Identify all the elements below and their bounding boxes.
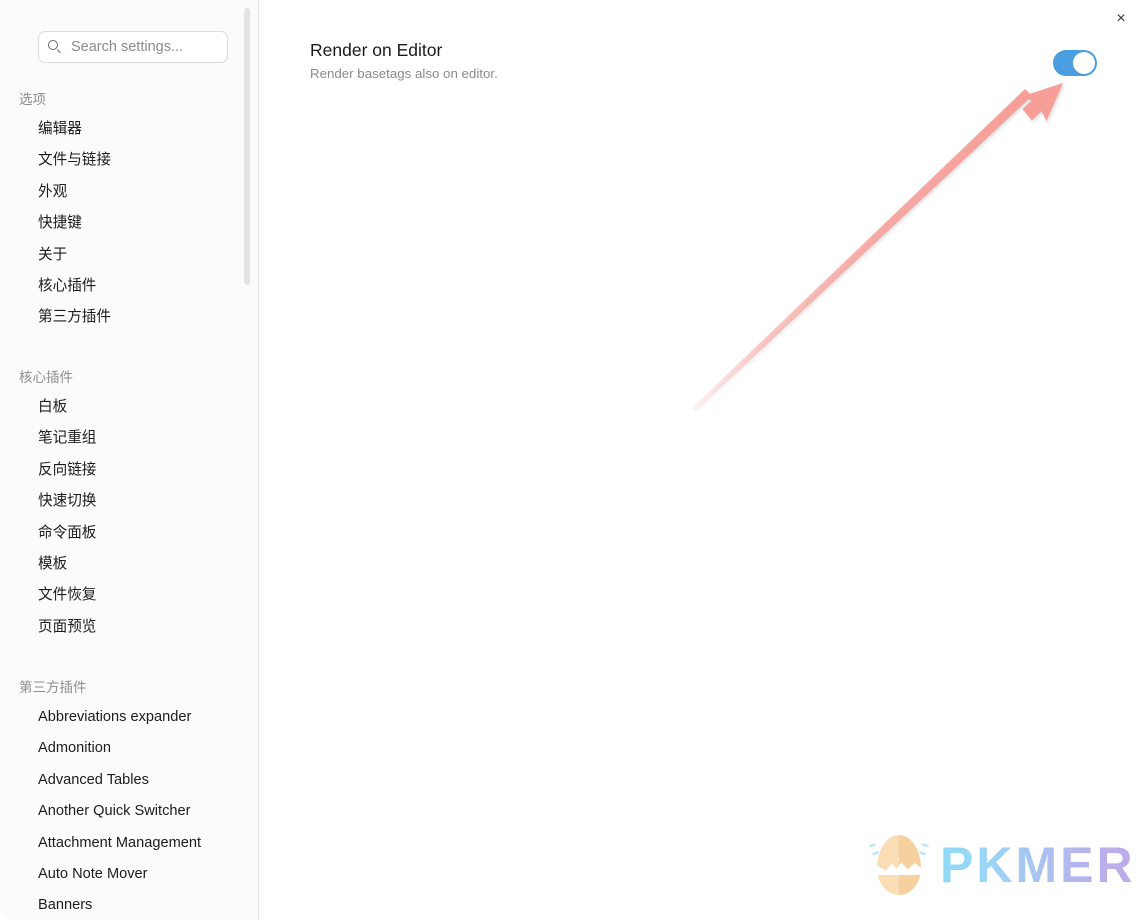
sidebar-item-admonition[interactable]: Admonition bbox=[38, 738, 111, 758]
setting-title: Render on Editor bbox=[310, 40, 443, 60]
sidebar-item-s0-i5[interactable]: 核心插件 bbox=[38, 276, 96, 296]
sidebar-scrollbar-thumb[interactable] bbox=[244, 8, 250, 285]
sidebar-scrollbar[interactable] bbox=[244, 0, 252, 920]
sidebar-section-title-2: 核心插件 bbox=[19, 370, 73, 385]
sidebar-item-s0-i2[interactable]: 外观 bbox=[38, 182, 67, 202]
settings-sidebar: 选项编辑器文件与链接外观快捷键关于核心插件第三方插件核心插件白板笔记重组反向链接… bbox=[0, 0, 259, 920]
sidebar-item-s0-i1[interactable]: 文件与链接 bbox=[38, 150, 111, 170]
search-input[interactable] bbox=[71, 39, 221, 55]
sidebar-item-banners[interactable]: Banners bbox=[38, 895, 92, 915]
setting-row-render-on-editor: Render on Editor Render basetags also on… bbox=[310, 40, 1100, 88]
sidebar-item-another-quick-switcher[interactable]: Another Quick Switcher bbox=[38, 801, 191, 821]
sidebar-item-s1-i5[interactable]: 模板 bbox=[38, 554, 67, 574]
sidebar-item-s0-i4[interactable]: 关于 bbox=[38, 245, 67, 265]
sidebar-item-s1-i6[interactable]: 文件恢复 bbox=[38, 585, 96, 605]
sidebar-item-s1-i4[interactable]: 命令面板 bbox=[38, 523, 96, 543]
sidebar-item-auto-note-mover[interactable]: Auto Note Mover bbox=[38, 864, 148, 884]
close-icon[interactable]: × bbox=[1110, 8, 1132, 30]
sidebar-item-s1-i2[interactable]: 反向链接 bbox=[38, 460, 96, 480]
search-settings-box[interactable] bbox=[38, 31, 228, 63]
search-row bbox=[38, 31, 228, 63]
toggle-knob bbox=[1073, 52, 1095, 74]
sidebar-section-title-3: 第三方插件 bbox=[19, 680, 87, 695]
search-icon bbox=[48, 39, 63, 55]
sidebar-item-attachment-management[interactable]: Attachment Management bbox=[38, 833, 201, 853]
settings-window: 选项编辑器文件与链接外观快捷键关于核心插件第三方插件核心插件白板笔记重组反向链接… bbox=[0, 0, 1144, 920]
sidebar-item-s0-i6[interactable]: 第三方插件 bbox=[38, 307, 111, 327]
render-on-editor-toggle[interactable] bbox=[1053, 50, 1097, 76]
pkmer-egg-logo-icon bbox=[869, 835, 929, 895]
sidebar-item-s0-i0[interactable]: 编辑器 bbox=[38, 119, 82, 139]
pkmer-watermark: PKMER bbox=[868, 826, 1133, 904]
pkmer-wordmark: PKMER bbox=[940, 837, 1136, 893]
sidebar-item-abbreviations-expander[interactable]: Abbreviations expander bbox=[38, 707, 191, 727]
sidebar-item-advanced-tables[interactable]: Advanced Tables bbox=[38, 770, 149, 790]
sidebar-item-s1-i7[interactable]: 页面预览 bbox=[38, 617, 96, 637]
settings-main-pane bbox=[260, 0, 1144, 920]
sidebar-item-s1-i1[interactable]: 笔记重组 bbox=[38, 428, 96, 448]
setting-description: Render basetags also on editor. bbox=[310, 66, 498, 81]
sidebar-item-s1-i0[interactable]: 白板 bbox=[38, 397, 67, 417]
sidebar-item-s1-i3[interactable]: 快速切换 bbox=[38, 491, 96, 511]
sidebar-section-title-1: 选项 bbox=[19, 92, 46, 107]
sidebar-item-s0-i3[interactable]: 快捷键 bbox=[38, 213, 82, 233]
